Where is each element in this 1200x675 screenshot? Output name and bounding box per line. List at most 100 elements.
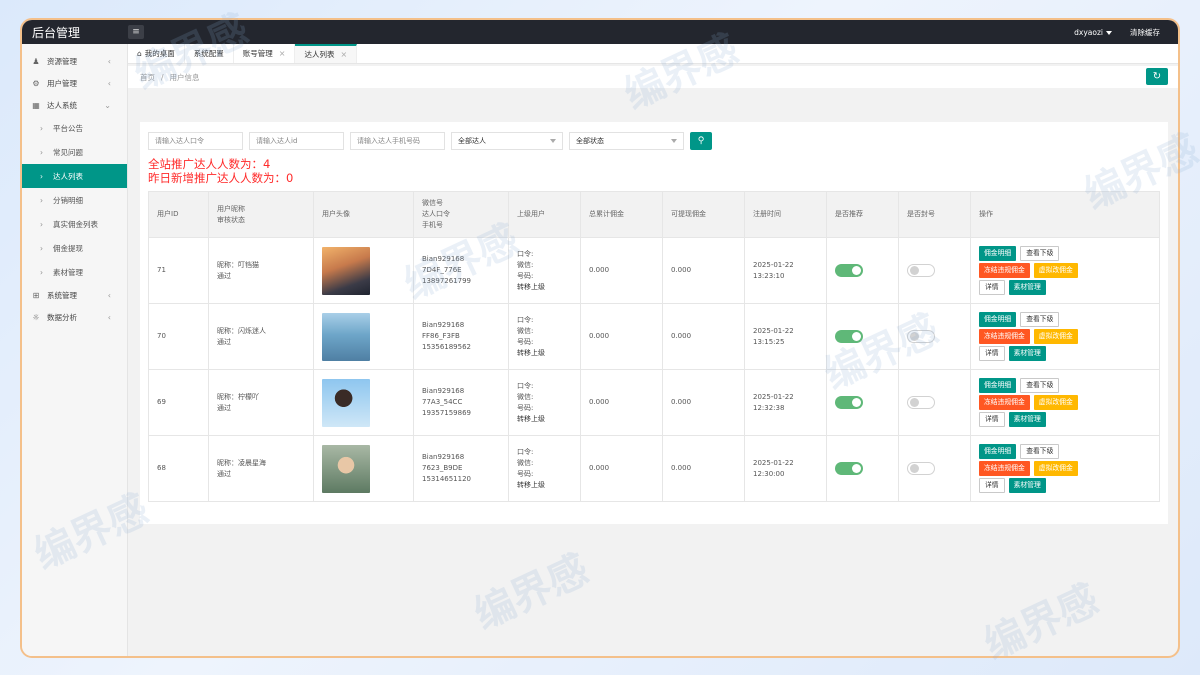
sidebar-item-label: 数据分析 <box>47 312 77 322</box>
toggle-knob <box>910 266 919 275</box>
talent-type-select[interactable]: 全部达人 <box>451 132 563 150</box>
transfer-parent-link[interactable]: 转移上级 <box>517 480 572 491</box>
materials-button[interactable]: 素材管理 <box>1008 346 1046 361</box>
parent-wechat-label: 微信: <box>517 326 534 335</box>
cell-withdrawable: 0.000 <box>662 303 745 370</box>
recommend-toggle[interactable] <box>835 330 863 343</box>
cell-withdrawable: 0.000 <box>662 369 745 436</box>
sidebar-item-users[interactable]: ⚙ 用户管理 ‹ <box>22 72 127 94</box>
clear-cache-link[interactable]: 清除缓存 <box>1130 27 1160 38</box>
sidebar-subitem-faq[interactable]: › 常见问题 <box>22 140 127 164</box>
avatar[interactable] <box>322 444 370 493</box>
toggle-knob <box>852 464 861 473</box>
sidebar-item-system[interactable]: ⊞ 系统管理 ‹ <box>22 284 127 306</box>
avatar[interactable] <box>322 378 370 427</box>
materials-button[interactable]: 素材管理 <box>1008 412 1046 427</box>
virtual-commission-button[interactable]: 虚拟改佣金 <box>1033 263 1078 278</box>
table-row: 71 昵称：叮铛猫 通过 Bian929168 7D4F_776E 138972… <box>148 237 1160 304</box>
avatar[interactable] <box>322 312 370 361</box>
transfer-parent-link[interactable]: 转移上级 <box>517 282 572 293</box>
search-button[interactable]: ⚲ <box>690 132 712 150</box>
refresh-button[interactable]: ↻ <box>1146 68 1168 85</box>
register-date: 2025-01-22 <box>753 260 794 269</box>
commission-detail-button[interactable]: 佣金明细 <box>979 312 1017 327</box>
user-menu[interactable]: dxyaozi <box>1074 28 1112 37</box>
withdrawable-commission: 0.000 <box>671 266 692 274</box>
virtual-commission-button[interactable]: 虚拟改佣金 <box>1033 395 1078 410</box>
phone-input[interactable]: 请输入达人手机号码 <box>350 132 445 150</box>
cell-parent: 口令: 微信: 号码: 转移上级 <box>508 369 581 436</box>
materials-button[interactable]: 素材管理 <box>1008 478 1046 493</box>
total-commission: 0.000 <box>589 266 610 274</box>
freeze-commission-button[interactable]: 冻结违规佣金 <box>979 263 1030 278</box>
tab-desktop[interactable]: ⌂ 我的桌面 <box>128 44 185 63</box>
status-select[interactable]: 全部状态 <box>569 132 684 150</box>
sidebar-subitem-materials[interactable]: › 素材管理 <box>22 260 127 284</box>
materials-button[interactable]: 素材管理 <box>1008 280 1046 295</box>
transfer-parent-link[interactable]: 转移上级 <box>517 348 572 359</box>
avatar[interactable] <box>322 246 370 295</box>
sidebar: ♟ 资源管理 ‹ ⚙ 用户管理 ‹ ▦ 达人系统 ⌄ › 平台公告 › 常见问题 ›… <box>22 44 128 656</box>
cell-contact: Bian929168 77A3_54CC 19357159869 <box>413 369 509 436</box>
ban-toggle[interactable] <box>907 462 935 475</box>
cell-avatar <box>313 303 414 370</box>
freeze-commission-button[interactable]: 冻结违规佣金 <box>979 461 1030 476</box>
view-subordinates-button[interactable]: 查看下级 <box>1020 246 1060 261</box>
detail-button[interactable]: 详情 <box>979 346 1005 361</box>
sidebar-item-label: 达人系统 <box>47 100 77 110</box>
header-line: 手机号 <box>422 221 443 229</box>
recommend-toggle[interactable] <box>835 396 863 409</box>
nickname: 昵称：凌晨星海 <box>217 458 266 467</box>
freeze-commission-button[interactable]: 冻结违规佣金 <box>979 329 1030 344</box>
tab-system-config[interactable]: 系统配置 <box>185 44 234 63</box>
tab-talent-list[interactable]: 达人列表 × <box>295 44 358 63</box>
tab-account[interactable]: 账号管理 × <box>234 44 296 63</box>
sidebar-subitem-label: 平台公告 <box>53 123 83 133</box>
sidebar-subitem-distribution[interactable]: › 分销明细 <box>22 188 127 212</box>
view-subordinates-button[interactable]: 查看下级 <box>1020 312 1060 327</box>
cell-ops: 佣金明细 查看下级 冻结违规佣金 虚拟改佣金 详情 素材管理 <box>970 369 1160 436</box>
view-subordinates-button[interactable]: 查看下级 <box>1020 444 1060 459</box>
virtual-commission-button[interactable]: 虚拟改佣金 <box>1033 461 1078 476</box>
transfer-parent-link[interactable]: 转移上级 <box>517 414 572 425</box>
ban-toggle[interactable] <box>907 330 935 343</box>
cell-total: 0.000 <box>580 369 663 436</box>
menu-toggle-icon[interactable]: ≡ <box>128 25 144 39</box>
commission-detail-button[interactable]: 佣金明细 <box>979 378 1017 393</box>
ban-toggle[interactable] <box>907 264 935 277</box>
sidebar-subitem-talent-list[interactable]: › 达人列表 <box>22 164 127 188</box>
detail-button[interactable]: 详情 <box>979 280 1005 295</box>
freeze-commission-button[interactable]: 冻结违规佣金 <box>979 395 1030 410</box>
cell-ban <box>898 303 971 370</box>
breadcrumb-home[interactable]: 首页 <box>140 72 155 83</box>
chevron-right-icon: › <box>40 123 43 133</box>
sidebar-item-resources[interactable]: ♟ 资源管理 ‹ <box>22 50 127 72</box>
code-input[interactable]: 请输入达人口令 <box>148 132 243 150</box>
sidebar-subitem-real-commission[interactable]: › 真实佣金列表 <box>22 212 127 236</box>
recommend-toggle[interactable] <box>835 462 863 475</box>
sidebar-subitem-withdraw[interactable]: › 佣金提现 <box>22 236 127 260</box>
col-withdrawable: 可提现佣金 <box>662 191 745 238</box>
sidebar-subitem-announcement[interactable]: › 平台公告 <box>22 116 127 140</box>
close-icon[interactable]: × <box>340 50 347 59</box>
sidebar-item-analytics[interactable]: ☼ 数据分析 ‹ <box>22 306 127 328</box>
parent-wechat-label: 微信: <box>517 392 534 401</box>
virtual-commission-button[interactable]: 虚拟改佣金 <box>1033 329 1078 344</box>
ban-toggle[interactable] <box>907 396 935 409</box>
sidebar-item-talent[interactable]: ▦ 达人系统 ⌄ <box>22 94 127 116</box>
commission-detail-button[interactable]: 佣金明细 <box>979 444 1017 459</box>
close-icon[interactable]: × <box>279 49 286 58</box>
recommend-toggle[interactable] <box>835 264 863 277</box>
sidebar-subitem-label: 达人列表 <box>53 171 83 181</box>
sidebar-item-label: 系统管理 <box>47 290 77 300</box>
content-card: 请输入达人口令 请输入达人id 请输入达人手机号码 全部达人 全部状态 ⚲ 全站… <box>140 122 1168 524</box>
view-subordinates-button[interactable]: 查看下级 <box>1020 378 1060 393</box>
table-row: 68 昵称：凌晨星海 通过 Bian929168 7623_B9DE 15314… <box>148 435 1160 502</box>
detail-button[interactable]: 详情 <box>979 412 1005 427</box>
commission-detail-button[interactable]: 佣金明细 <box>979 246 1017 261</box>
detail-button[interactable]: 详情 <box>979 478 1005 493</box>
register-date: 2025-01-22 <box>753 392 794 401</box>
select-value: 全部状态 <box>576 137 604 145</box>
table-row: 69 昵称：柠檬吖 通过 Bian929168 77A3_54CC 193571… <box>148 369 1160 436</box>
id-input[interactable]: 请输入达人id <box>249 132 344 150</box>
